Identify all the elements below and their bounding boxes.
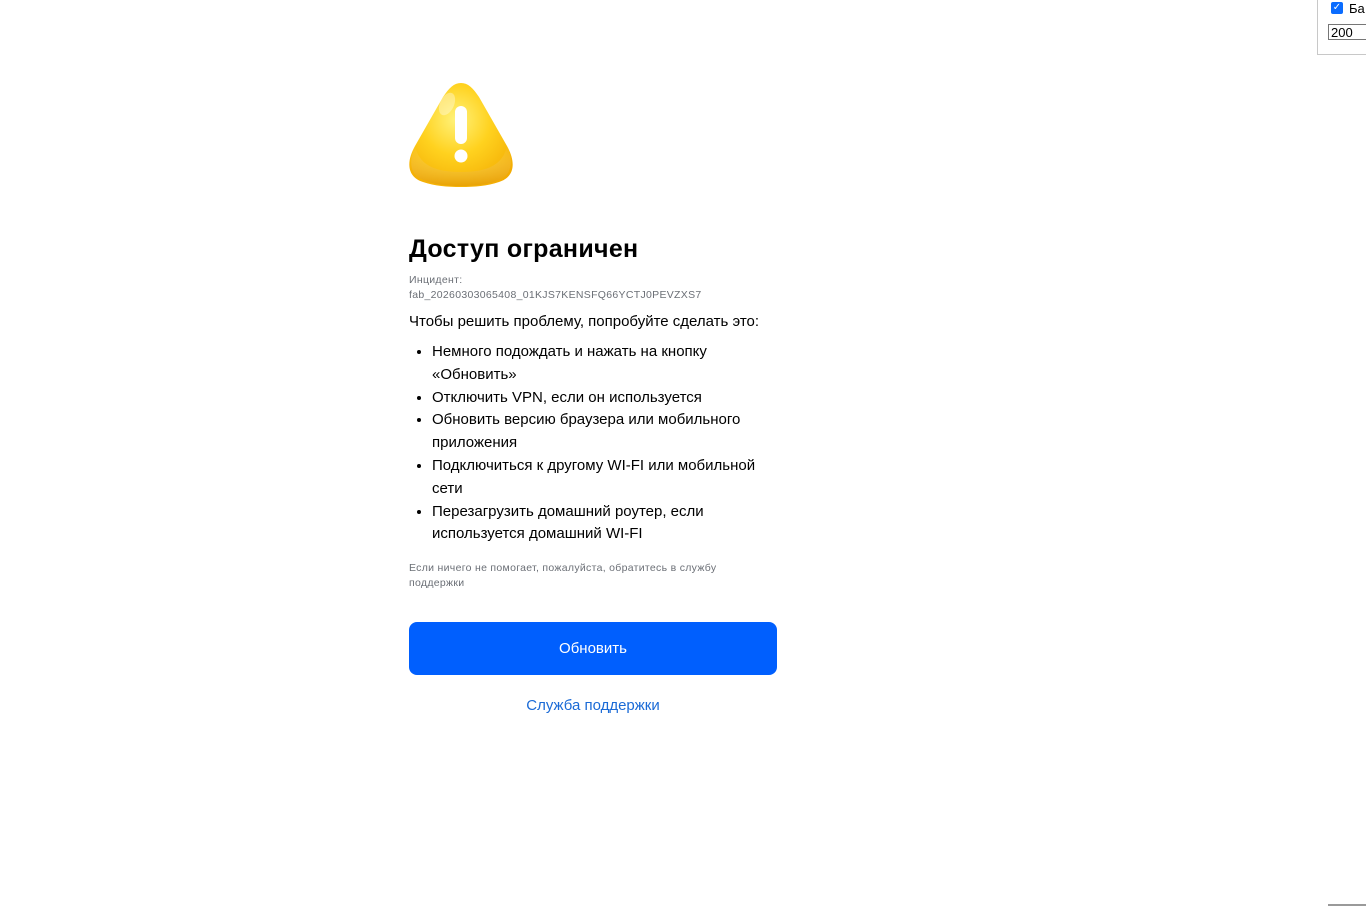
troubleshooting-list: Немного подождать и нажать на кнопку «Об… (409, 341, 777, 546)
incident-label: Инцидент: (409, 274, 463, 286)
debug-checkbox-label: Ба (1349, 0, 1365, 16)
list-item: Немного подождать и нажать на кнопку «Об… (432, 341, 777, 387)
list-item: Обновить версию браузера или мобильного … (432, 409, 777, 455)
list-item: Отключить VPN, если он используется (432, 387, 777, 410)
support-link[interactable]: Служба поддержки (409, 696, 777, 716)
checkbox-checked-icon[interactable]: ✓ (1331, 2, 1343, 14)
list-item: Перезагрузить домашний роутер, если испо… (432, 501, 777, 547)
page-title: Доступ ограничен (409, 235, 639, 263)
debug-panel: ✓ Ба (1317, 0, 1366, 55)
debug-checkbox-row[interactable]: ✓ Ба (1330, 0, 1365, 16)
bottom-divider (1328, 904, 1366, 906)
list-item: Подключиться к другому WI-FI или мобильн… (432, 455, 777, 501)
support-note: Если ничего не помогает, пожалуйста, обр… (409, 562, 717, 589)
incident-id: fab_20260303065408_01KJS7KENSFQ66YCTJ0PE… (409, 289, 702, 301)
debug-number-input[interactable] (1328, 24, 1366, 40)
instructions-intro: Чтобы решить проблему, попробуйте сделат… (409, 313, 760, 330)
warning-triangle-icon (409, 83, 513, 187)
incident-info: Инцидент: fab_20260303065408_01KJS7KENSF… (409, 273, 777, 303)
refresh-button[interactable]: Обновить (409, 622, 777, 675)
